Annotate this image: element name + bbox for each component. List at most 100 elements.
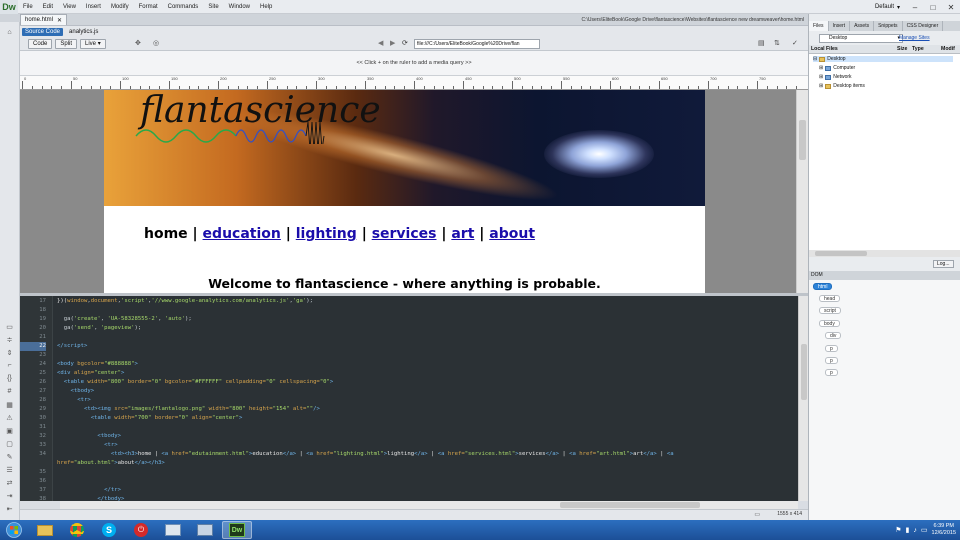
check-page-icon[interactable]: ✓ [792,39,798,47]
line-number[interactable]: 33 [20,441,46,450]
nav-education-link[interactable]: education [203,226,281,242]
line-number[interactable]: 34 [20,450,46,459]
code-line[interactable]: <tbody> [57,432,121,441]
col-modified[interactable]: Modif [941,45,955,54]
ruler[interactable]: 0 50 100 150 200 250 300 350 400 450 500 550 600 650 7… [20,76,808,90]
line-number[interactable]: 26 [20,378,46,387]
volume-icon[interactable]: ♪ [913,527,917,534]
log-button[interactable]: Log... [933,260,954,268]
line-number[interactable]: 19 [20,315,46,324]
taskbar-app-window[interactable] [158,521,188,539]
layout-icon[interactable]: ▤ [758,39,765,47]
code-hscroll-thumb[interactable] [560,502,700,508]
outdent-icon[interactable]: ⇤ [4,504,15,513]
taskbar-skype[interactable]: S [94,521,124,539]
file-item-desktop-items[interactable]: ⊞ Desktop items [819,83,865,89]
expand-all-icon[interactable]: ⇕ [4,348,15,357]
action-center-icon[interactable]: ⚑ [895,526,901,534]
file-item-network[interactable]: ⊞ Network [819,74,852,80]
menu-format[interactable]: Format [134,0,163,14]
line-numbers-icon[interactable]: # [4,387,15,396]
code-line[interactable]: href="about.html">about</a></h3> [57,459,165,468]
select-parent-tag-icon[interactable]: ⌐ [4,361,15,370]
code-line[interactable]: <div align="center"> [57,369,124,378]
dom-node-p[interactable]: p [825,357,838,364]
collapse-tag-icon[interactable]: ≑ [4,335,15,344]
code-line[interactable]: })(window,document,'script','//www.googl… [57,297,313,306]
recent-snippets-icon[interactable]: ☰ [4,465,15,474]
file-item-desktop[interactable]: ⊟ Desktop [813,56,953,62]
taskbar-chrome[interactable] [62,521,92,539]
expand-icon[interactable]: ⊞ [819,65,823,71]
workspace-switcher[interactable]: Default ▾ [875,0,900,14]
menu-help[interactable]: Help [255,0,277,14]
clock[interactable]: 6:39 PM 12/6/2015 [932,523,956,537]
globe-icon[interactable]: ◎ [153,39,159,47]
syntax-error-icon[interactable]: ⚠ [4,413,15,422]
menu-modify[interactable]: Modify [106,0,134,14]
start-button[interactable] [0,520,28,540]
line-number[interactable]: 29 [20,405,46,414]
media-query-bar[interactable]: << Click + on the ruler to add a media q… [20,51,808,76]
line-number[interactable]: 23 [20,351,46,360]
line-number[interactable]: 38 [20,495,46,501]
source-code-button[interactable]: Source Code [22,27,64,36]
expand-icon[interactable]: ⊟ [813,56,817,62]
nav-about-link[interactable]: about [489,226,535,242]
line-number[interactable]: 17 [20,297,46,306]
col-type[interactable]: Type [912,45,924,54]
menu-site[interactable]: Site [203,0,223,14]
code-view-button[interactable]: Code [28,38,53,49]
highlight-invalid-icon[interactable]: ▦ [4,400,15,409]
line-number[interactable]: 25 [20,369,46,378]
tab-insert[interactable]: Insert [829,21,851,31]
move-css-icon[interactable]: ⇄ [4,478,15,487]
line-number[interactable]: 32 [20,432,46,441]
window-size-readout[interactable]: 1555 x 414 [777,511,802,517]
code-line[interactable]: <body bgcolor="#888888"> [57,360,138,369]
nav-art-link[interactable]: art [451,226,474,242]
code-line[interactable]: ga('create', 'UA-58328555-2', 'auto'); [57,315,192,324]
file-item-computer[interactable]: ⊞ Computer [819,65,855,71]
col-size[interactable]: Size [897,45,907,54]
files-horizontal-scrollbar[interactable] [809,250,960,257]
inspect-icon[interactable]: ✥ [135,39,141,47]
site-select[interactable]: Desktop ▾ [819,34,903,43]
window-size-icon[interactable]: ▭ [754,511,760,518]
dom-node-script[interactable]: script [819,307,841,314]
code-scroll-thumb[interactable] [801,344,807,400]
code-line[interactable]: </script> [57,342,87,351]
taskbar-dreamweaver[interactable]: Dw [222,521,252,539]
network-icon[interactable]: ▮ [906,526,910,534]
taskbar-explorer[interactable] [30,521,60,539]
line-number[interactable]: 30 [20,414,46,423]
document-tab[interactable]: home.html ✕ [20,14,68,25]
address-field[interactable]: file:///C:/Users/EliteBook/Google%20Driv… [414,39,540,49]
indent-icon[interactable]: ⇥ [4,491,15,500]
dom-node-p[interactable]: p [825,345,838,352]
dom-node-html[interactable]: html [813,283,833,290]
apply-comment-icon[interactable]: ▣ [4,426,15,435]
line-number[interactable]: 22 [20,342,46,351]
tab-assets[interactable]: Assets [850,21,875,31]
wrap-tag-icon[interactable]: ✎ [4,452,15,461]
menu-edit[interactable]: Edit [38,0,58,14]
refresh-icon[interactable]: ⟳ [402,39,408,47]
line-number[interactable]: 31 [20,423,46,432]
home-icon[interactable]: ⌂ [4,28,15,37]
menu-window[interactable]: Window [224,0,255,14]
line-number[interactable]: 36 [20,477,46,486]
code-line[interactable]: <tbody> [57,387,94,396]
files-management-icon[interactable]: ⇅ [774,39,780,47]
design-vertical-scrollbar[interactable] [796,90,808,293]
open-documents-icon[interactable]: ▭ [4,322,15,331]
power-status-icon[interactable]: ▭ [921,526,928,534]
dom-node-p[interactable]: p [825,369,838,376]
menu-view[interactable]: View [58,0,81,14]
nav-lighting-link[interactable]: lighting [296,226,357,242]
balance-braces-icon[interactable]: {} [4,374,15,383]
manage-sites-link[interactable]: Manage Sites [899,35,930,41]
menu-commands[interactable]: Commands [163,0,204,14]
tab-css-designer[interactable]: CSS Designer [903,21,944,31]
dom-node-div[interactable]: div [825,332,842,339]
